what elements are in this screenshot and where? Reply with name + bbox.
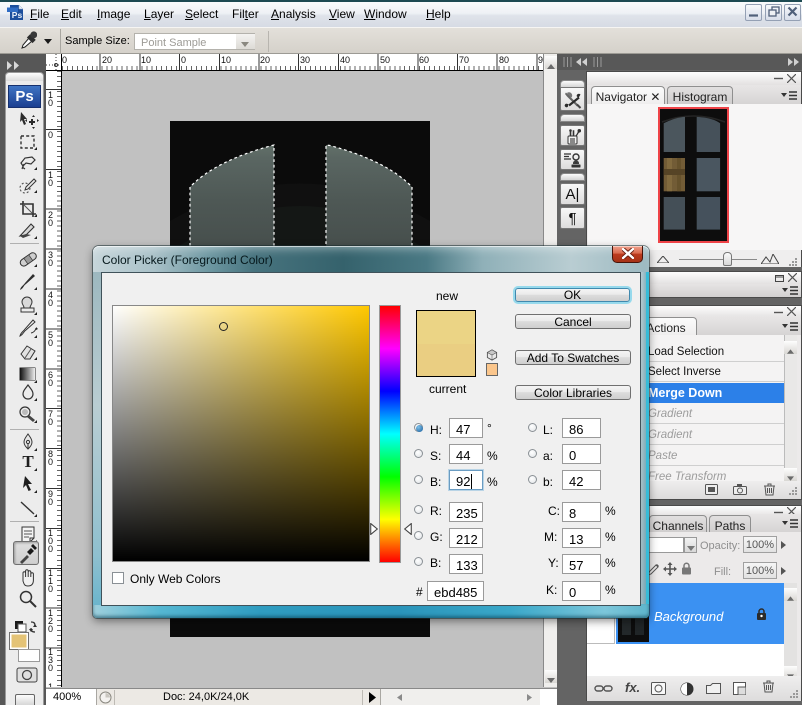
svg-text:Ps: Ps	[12, 10, 23, 20]
svg-text:T: T	[22, 452, 34, 471]
